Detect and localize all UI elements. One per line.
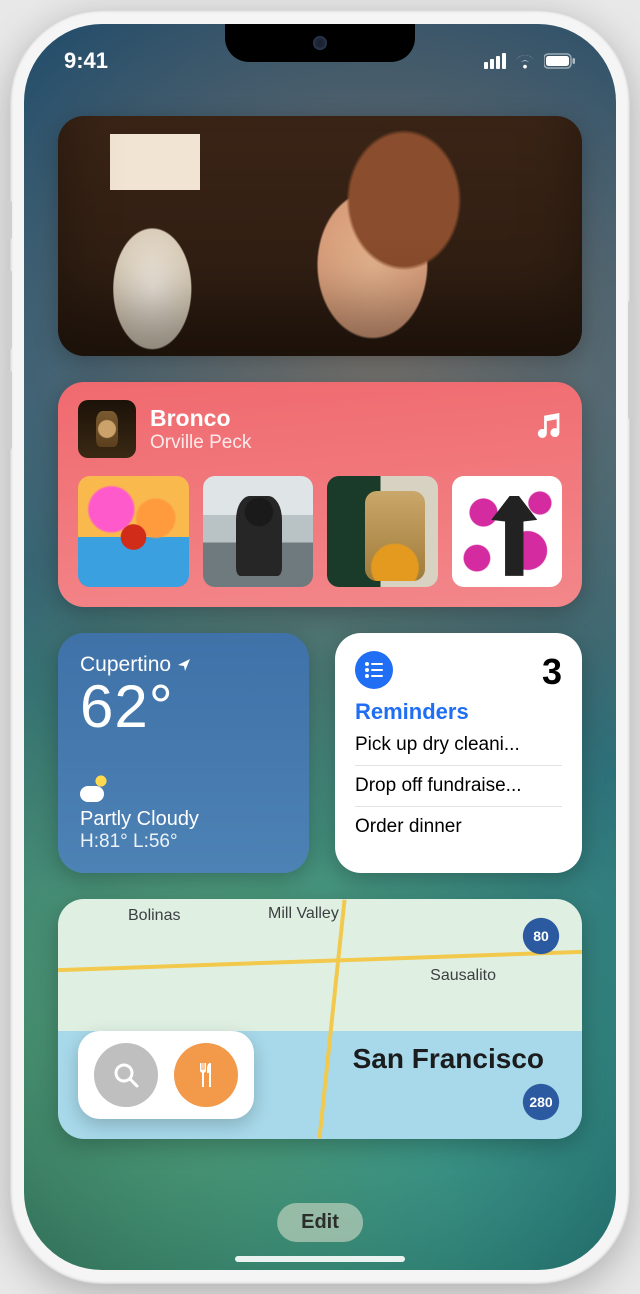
device-frame: 9:41 Bronco Orville Pec: [10, 10, 630, 1284]
volume-up-button[interactable]: [6, 270, 12, 350]
screen: 9:41 Bronco Orville Pec: [24, 24, 616, 1270]
album-cover[interactable]: [452, 476, 563, 587]
reminders-title: Reminders: [355, 699, 562, 725]
weather-widget[interactable]: Cupertino 62° Partly Cloudy H:81° L:56°: [58, 633, 309, 873]
clock: 9:41: [64, 48, 108, 74]
volume-down-button[interactable]: [6, 370, 12, 450]
reminder-item[interactable]: Order dinner: [355, 807, 562, 847]
search-icon: [111, 1060, 141, 1090]
album-cover[interactable]: [327, 476, 438, 587]
music-note-icon: [536, 413, 562, 446]
maps-restaurants-button[interactable]: [174, 1043, 238, 1107]
recent-albums: [78, 476, 562, 587]
maps-search-button[interactable]: [94, 1043, 158, 1107]
reminder-item[interactable]: Drop off fundraise...: [355, 766, 562, 807]
fork-knife-icon: [192, 1061, 220, 1089]
interstate-shield-icon: 280: [520, 1081, 562, 1123]
map-city-label: San Francisco: [353, 1043, 544, 1075]
map-label: Mill Valley: [268, 905, 339, 923]
wifi-icon: [514, 53, 536, 69]
map-label: Sausalito: [430, 967, 496, 985]
edit-button[interactable]: Edit: [277, 1203, 363, 1242]
album-art-icon: [78, 400, 136, 458]
home-indicator[interactable]: [235, 1256, 405, 1262]
music-title: Bronco: [150, 405, 522, 432]
notch: [225, 24, 415, 62]
weather-hilo: H:81° L:56°: [80, 831, 287, 853]
front-camera-icon: [313, 36, 327, 50]
partly-cloudy-icon: [80, 774, 108, 802]
album-cover[interactable]: [78, 476, 189, 587]
reminder-item[interactable]: Pick up dry cleani...: [355, 725, 562, 766]
reminders-widget[interactable]: 3 Reminders Pick up dry cleani... Drop o…: [335, 633, 582, 873]
maps-poi-buttons: [78, 1031, 254, 1119]
album-cover[interactable]: [203, 476, 314, 587]
battery-icon: [544, 53, 576, 69]
cellular-icon: [484, 53, 506, 69]
ring-switch[interactable]: [6, 200, 12, 240]
music-widget[interactable]: Bronco Orville Peck: [58, 382, 582, 607]
location-arrow-icon: [177, 658, 191, 672]
weather-condition: Partly Cloudy: [80, 808, 287, 831]
today-view-widgets: Bronco Orville Peck: [58, 116, 582, 1190]
map-label: Bolinas: [128, 907, 180, 925]
weather-temperature: 62°: [80, 677, 287, 737]
photos-widget[interactable]: [58, 116, 582, 356]
power-button[interactable]: [628, 300, 634, 420]
reminders-list-icon: [355, 651, 393, 689]
maps-widget[interactable]: Bolinas Mill Valley Sausalito 80 280 San…: [58, 899, 582, 1139]
interstate-shield-icon: 80: [520, 915, 562, 957]
reminders-count: 3: [542, 651, 562, 693]
music-artist: Orville Peck: [150, 432, 522, 454]
